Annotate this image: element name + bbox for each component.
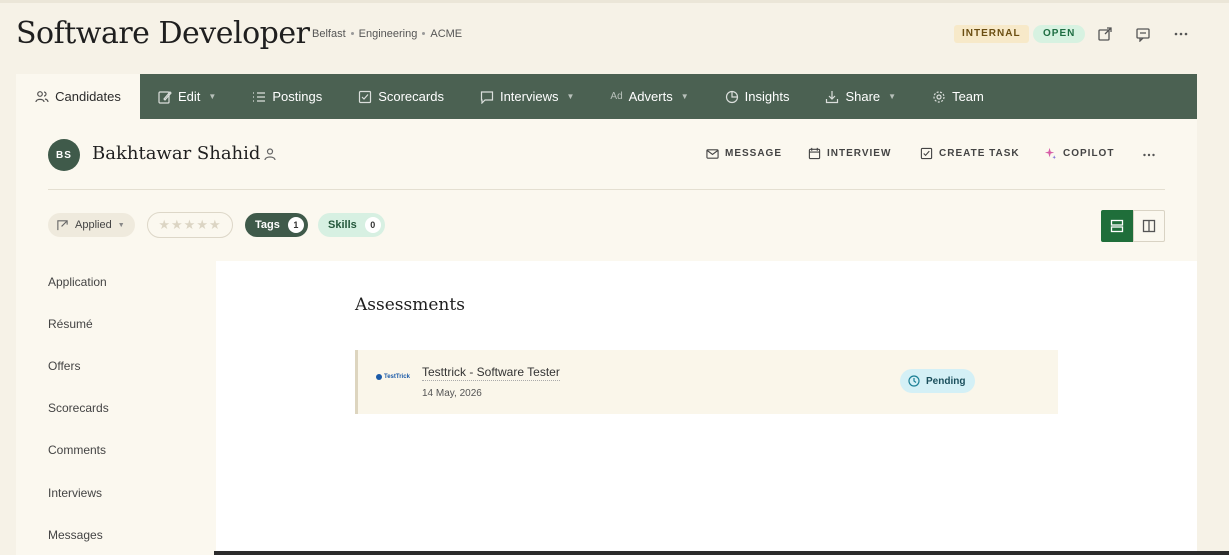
tab-interviews[interactable]: Interviews ▼: [462, 74, 592, 119]
tab-label: Candidates: [55, 89, 121, 104]
mail-icon: [706, 149, 719, 159]
side-item-comments[interactable]: Comments: [48, 443, 106, 457]
interview-label: INTERVIEW: [827, 148, 892, 159]
side-item-messages[interactable]: Messages: [48, 528, 103, 542]
columns-icon: [1142, 219, 1156, 233]
chevron-down-icon: ▼: [117, 221, 125, 229]
side-item-application[interactable]: Application: [48, 275, 107, 289]
chevron-down-icon: ▼: [680, 92, 689, 101]
status-dropdown[interactable]: Applied ▼: [48, 213, 135, 237]
clock-icon: [908, 375, 920, 387]
copilot-label: COPILOT: [1063, 148, 1115, 159]
status-label: Pending: [926, 375, 966, 387]
tab-adverts[interactable]: Ad Adverts ▼: [592, 74, 706, 119]
copilot-button[interactable]: COPILOT: [1044, 147, 1114, 160]
meta-company: ACME: [430, 28, 463, 40]
tags-chip[interactable]: Tags 1: [245, 213, 308, 237]
pie-icon: [725, 90, 738, 103]
logo-text: TestTrick: [384, 374, 410, 380]
side-item-offers[interactable]: Offers: [48, 359, 80, 373]
tab-label: Postings: [272, 89, 323, 104]
side-item-resume[interactable]: Résumé: [48, 317, 93, 331]
tab-scorecards[interactable]: Scorecards: [340, 74, 462, 119]
job-meta: Belfast Engineering ACME: [312, 28, 462, 40]
meta-location: Belfast: [312, 28, 346, 40]
message-button[interactable]: MESSAGE: [706, 147, 782, 160]
create-task-label: CREATE TASK: [939, 148, 1020, 159]
tab-label: Interviews: [499, 89, 559, 104]
create-task-button[interactable]: CREATE TASK: [920, 147, 1020, 160]
page-title: Software Developer: [16, 16, 310, 51]
tab-edit[interactable]: Edit ▼: [140, 74, 234, 119]
gear-icon: [933, 90, 945, 103]
main-nav: Candidates Edit ▼ Postings Scorecards Int…: [16, 74, 1197, 119]
assessment-card[interactable]: TestTrick Testtrick - Software Tester 14…: [355, 350, 1058, 414]
tab-label: Edit: [178, 89, 201, 104]
calendar-icon: [808, 147, 821, 160]
side-item-interviews[interactable]: Interviews: [48, 486, 102, 500]
tab-share[interactable]: Share ▼: [807, 74, 914, 119]
assessment-name[interactable]: Testtrick - Software Tester: [422, 365, 560, 381]
external-edit-icon[interactable]: [1097, 26, 1113, 42]
users-icon: [35, 90, 49, 102]
top-border: [0, 0, 1229, 3]
status-label: Applied: [75, 219, 112, 231]
chevron-down-icon: ▼: [566, 92, 575, 101]
tags-label: Tags: [255, 219, 280, 231]
tab-team[interactable]: Team: [914, 74, 1002, 119]
skills-chip[interactable]: Skills 0: [318, 213, 385, 237]
tab-insights[interactable]: Insights: [707, 74, 808, 119]
list-icon: [253, 91, 266, 102]
tab-label: Scorecards: [378, 89, 444, 104]
side-item-scorecards[interactable]: Scorecards: [48, 401, 109, 415]
skills-count: 0: [364, 217, 381, 233]
bottom-edge: [214, 551, 1229, 555]
tab-label: Adverts: [628, 89, 673, 104]
rows-icon: [1110, 219, 1124, 233]
candidate-panel: BS Bakhtawar Shahid MESSAGE INTERVIEW CR…: [16, 119, 1197, 555]
comment-icon[interactable]: [1135, 26, 1151, 42]
divider: [48, 189, 1165, 190]
chevron-down-icon: ▼: [208, 92, 217, 101]
task-check-icon: [920, 147, 933, 160]
interview-button[interactable]: INTERVIEW: [808, 147, 891, 160]
job-header: Software Developer Belfast Engineering ACM…: [16, 16, 1229, 60]
assessments-content: Assessments TestTrick Testtrick - Softwa…: [216, 261, 1197, 555]
candidate-name: Bakhtawar Shahid: [92, 143, 261, 164]
more-options-icon[interactable]: [1142, 148, 1156, 162]
tab-candidates[interactable]: Candidates: [16, 74, 140, 119]
checkbox-icon: [359, 90, 372, 103]
person-icon[interactable]: [263, 147, 277, 161]
edit-icon: [158, 90, 172, 104]
pipeline-icon: [57, 219, 68, 230]
tab-label: Insights: [744, 89, 790, 104]
avatar: BS: [48, 139, 80, 171]
tab-label: Share: [845, 89, 881, 104]
message-label: MESSAGE: [725, 148, 783, 159]
view-toggle: [1101, 210, 1165, 242]
testtrick-logo: TestTrick: [376, 374, 410, 380]
internal-badge: INTERNAL: [954, 25, 1029, 43]
ad-icon: Ad: [610, 91, 623, 102]
download-icon: [826, 90, 839, 103]
tab-label: Team: [952, 89, 984, 104]
more-options-icon[interactable]: [1173, 26, 1189, 42]
assessment-date: 14 May, 2026: [422, 388, 482, 399]
stacked-view-button[interactable]: [1101, 210, 1133, 242]
rating-stars[interactable]: ★★★★★: [147, 212, 233, 238]
chevron-down-icon: ▼: [888, 92, 897, 101]
chat-icon: [480, 90, 494, 104]
tags-count: 1: [287, 217, 304, 233]
open-status-badge: OPEN: [1033, 25, 1086, 43]
split-view-button[interactable]: [1133, 210, 1165, 242]
status-badge: Pending: [900, 369, 976, 393]
section-title: Assessments: [355, 295, 465, 315]
tab-postings[interactable]: Postings: [234, 74, 340, 119]
meta-department: Engineering: [358, 28, 418, 40]
sparkle-icon: [1044, 147, 1057, 160]
skills-label: Skills: [328, 219, 357, 231]
